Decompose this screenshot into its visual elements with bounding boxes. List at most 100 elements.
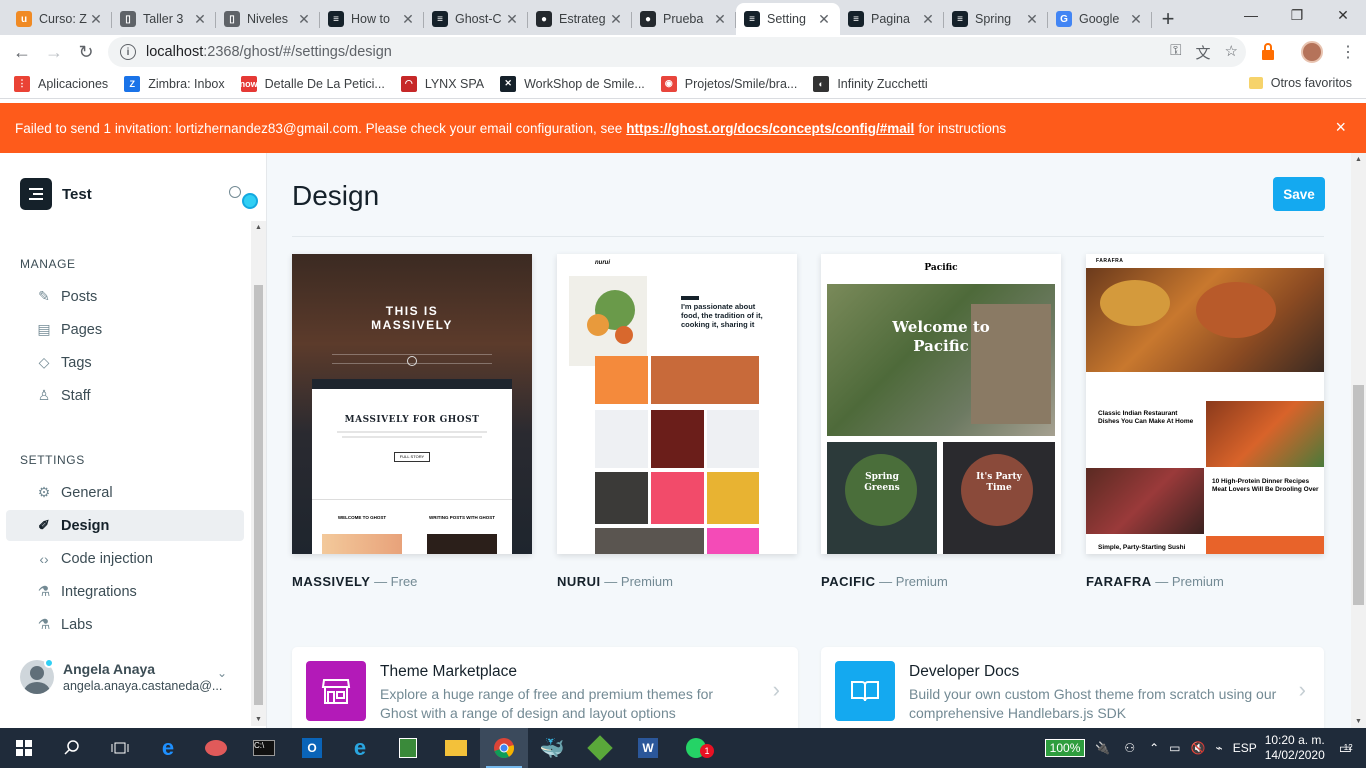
tab-close-icon[interactable]: ✕ [608,11,624,28]
sidebar-item-design[interactable]: ✐ Design [6,510,244,541]
tab-close-icon[interactable]: ✕ [816,11,832,28]
sidebar-item-icon: ♙ [37,387,51,403]
network-icon[interactable]: ⌁ [1215,741,1222,755]
battery-status[interactable]: 100% [1044,739,1086,757]
battery-icon[interactable]: ▭ [1169,741,1180,755]
file-explorer-icon[interactable] [432,728,480,768]
notification-dot[interactable] [242,193,258,209]
close-window-icon[interactable]: ✕ [1320,0,1366,30]
site-info-icon[interactable]: i [120,44,136,60]
chrome-icon[interactable] [480,728,528,768]
sidebar-item-pages[interactable]: ▤ Pages [6,314,244,345]
terminal-icon[interactable]: C:\ [240,728,288,768]
key-icon[interactable]: ⚿ [1170,42,1181,63]
paint-icon[interactable] [192,728,240,768]
sidebar-item-labs[interactable]: ⚗ Labs [6,609,244,640]
site-brand[interactable]: Test [20,178,92,210]
bookmark-item[interactable]: ◉ Projetos/Smile/bra... [660,75,797,92]
other-bookmarks[interactable]: Otros favoritos [1248,76,1352,90]
browser-tab[interactable]: ● Prueba ✕ [632,3,736,35]
bookmark-star-icon[interactable]: ☆ [1225,42,1238,63]
browser-tab[interactable]: ≡ Spring ✕ [944,3,1048,35]
whatsapp-badge: 1 [700,744,714,758]
theme-pacific[interactable]: Pacific Welcome to Pacific Spring Greens… [821,254,1061,589]
save-button[interactable]: Save [1273,177,1325,211]
minimize-icon[interactable]: — [1228,0,1274,30]
bookmark-item[interactable]: Z Zimbra: Inbox [124,75,225,92]
new-tab-button[interactable]: + [1152,3,1184,35]
tab-close-icon[interactable]: ✕ [1128,11,1144,28]
developer-docs-card[interactable]: Developer Docs Build your own custom Gho… [821,647,1324,728]
language-indicator[interactable]: ESP [1233,741,1257,755]
profile-avatar[interactable] [1300,40,1324,64]
forward-icon[interactable]: → [38,37,70,67]
browser-tab[interactable]: ▯ Taller 3 ✕ [112,3,216,35]
extension-icon[interactable] [1256,40,1280,64]
people-icon[interactable]: ⚇ [1124,741,1135,755]
internet-explorer-icon[interactable]: e [336,728,384,768]
theme-marketplace-card[interactable]: Theme Marketplace Explore a huge range o… [292,647,798,728]
translate-icon[interactable]: 文 [1196,42,1211,63]
tab-close-icon[interactable]: ✕ [504,11,520,28]
tab-close-icon[interactable]: ✕ [400,11,416,28]
theme-farafra[interactable]: FARAFRA Classic Indian Restaurant Dishes… [1086,254,1324,589]
sidebar-item-code-injection[interactable]: ‹› Code injection [6,543,244,574]
sidebar-item-staff[interactable]: ♙ Staff [6,380,244,411]
notifications-icon[interactable]: ▭ 12 [1339,740,1353,757]
plug-icon[interactable]: 🔌 [1095,741,1110,755]
main-scrollbar[interactable]: ▲ ▼ [1351,153,1366,728]
browser-tab[interactable]: ▯ Niveles ✕ [216,3,320,35]
sidebar-item-integrations[interactable]: ⚗ Integrations [6,576,244,607]
windows-start-icon[interactable] [0,728,48,768]
sidebar-item-posts[interactable]: ✎ Posts [6,281,244,312]
sidebar-item-general[interactable]: ⚙ General [6,477,244,508]
tab-close-icon[interactable]: ✕ [920,11,936,28]
bookmark-item[interactable]: ✕ WorkShop de Smile... [500,75,645,92]
chevron-down-icon[interactable]: ⌄ [217,666,227,680]
tab-close-icon[interactable]: ✕ [88,11,104,28]
theme-massively[interactable]: THIS IS MASSIVELY MASSIVELY FOR GHOST FU… [292,254,532,589]
clock[interactable]: 10:20 a. m. 14/02/2020 [1265,733,1325,763]
sidebar-scrollbar[interactable]: ▲ ▼ [251,221,266,726]
edge-icon[interactable]: e [144,728,192,768]
browser-tab[interactable]: ● Estrateg ✕ [528,3,632,35]
user-menu[interactable]: Angela Anaya angela.anaya.castaneda@... … [20,658,227,694]
maximize-icon[interactable]: ❐ [1274,0,1320,30]
outlook-icon[interactable]: O [288,728,336,768]
close-icon[interactable]: × [1335,117,1346,138]
reload-icon[interactable]: ↻ [70,37,102,67]
sidebar-item-label: Labs [61,616,93,633]
chevron-up-icon[interactable]: ⌃ [1149,741,1159,755]
back-icon[interactable]: ← [6,37,38,67]
theme-name: PACIFIC [821,574,876,589]
browser-tab[interactable]: u Curso: Z ✕ [8,3,112,35]
task-view-icon[interactable] [96,728,144,768]
spreadsheet-icon[interactable] [384,728,432,768]
whatsapp-icon[interactable]: 1 [672,728,720,768]
chrome-menu-icon[interactable]: ⋮ [1336,40,1360,64]
sidebar-item-tags[interactable]: ◇ Tags [6,347,244,378]
banner-link[interactable]: https://ghost.org/docs/concepts/config/#… [626,121,914,136]
card-title: Theme Marketplace [380,663,517,680]
bookmark-item[interactable]: ◠ LYNX SPA [400,75,484,92]
theme-nurui[interactable]: nurui I'm passionate about food, the tra… [557,254,797,589]
word-icon[interactable]: W [624,728,672,768]
bookmark-item[interactable]: now Detalle De La Petici... [240,75,385,92]
search-icon[interactable] [229,186,241,198]
search-icon[interactable] [48,728,96,768]
browser-tab[interactable]: ≡ Ghost-C ✕ [424,3,528,35]
browser-tab[interactable]: ≡ How to ✕ [320,3,424,35]
docker-icon[interactable]: 🐳 [528,728,576,768]
url-field[interactable]: i localhost:2368/ghost/#/settings/design… [108,37,1246,67]
tab-close-icon[interactable]: ✕ [296,11,312,28]
tab-close-icon[interactable]: ✕ [712,11,728,28]
browser-tab[interactable]: G Google ✕ [1048,3,1152,35]
tab-close-icon[interactable]: ✕ [192,11,208,28]
volume-icon[interactable]: 🔇 [1191,741,1206,755]
browser-tab[interactable]: ≡ Pagina ✕ [840,3,944,35]
cube-app-icon[interactable] [576,728,624,768]
bookmark-item[interactable]: ⋮ Aplicaciones [14,75,108,92]
browser-tab[interactable]: ≡ Setting ✕ [736,3,840,35]
tab-close-icon[interactable]: ✕ [1024,11,1040,28]
bookmark-item[interactable]: ◐ Infinity Zucchetti [813,75,928,92]
